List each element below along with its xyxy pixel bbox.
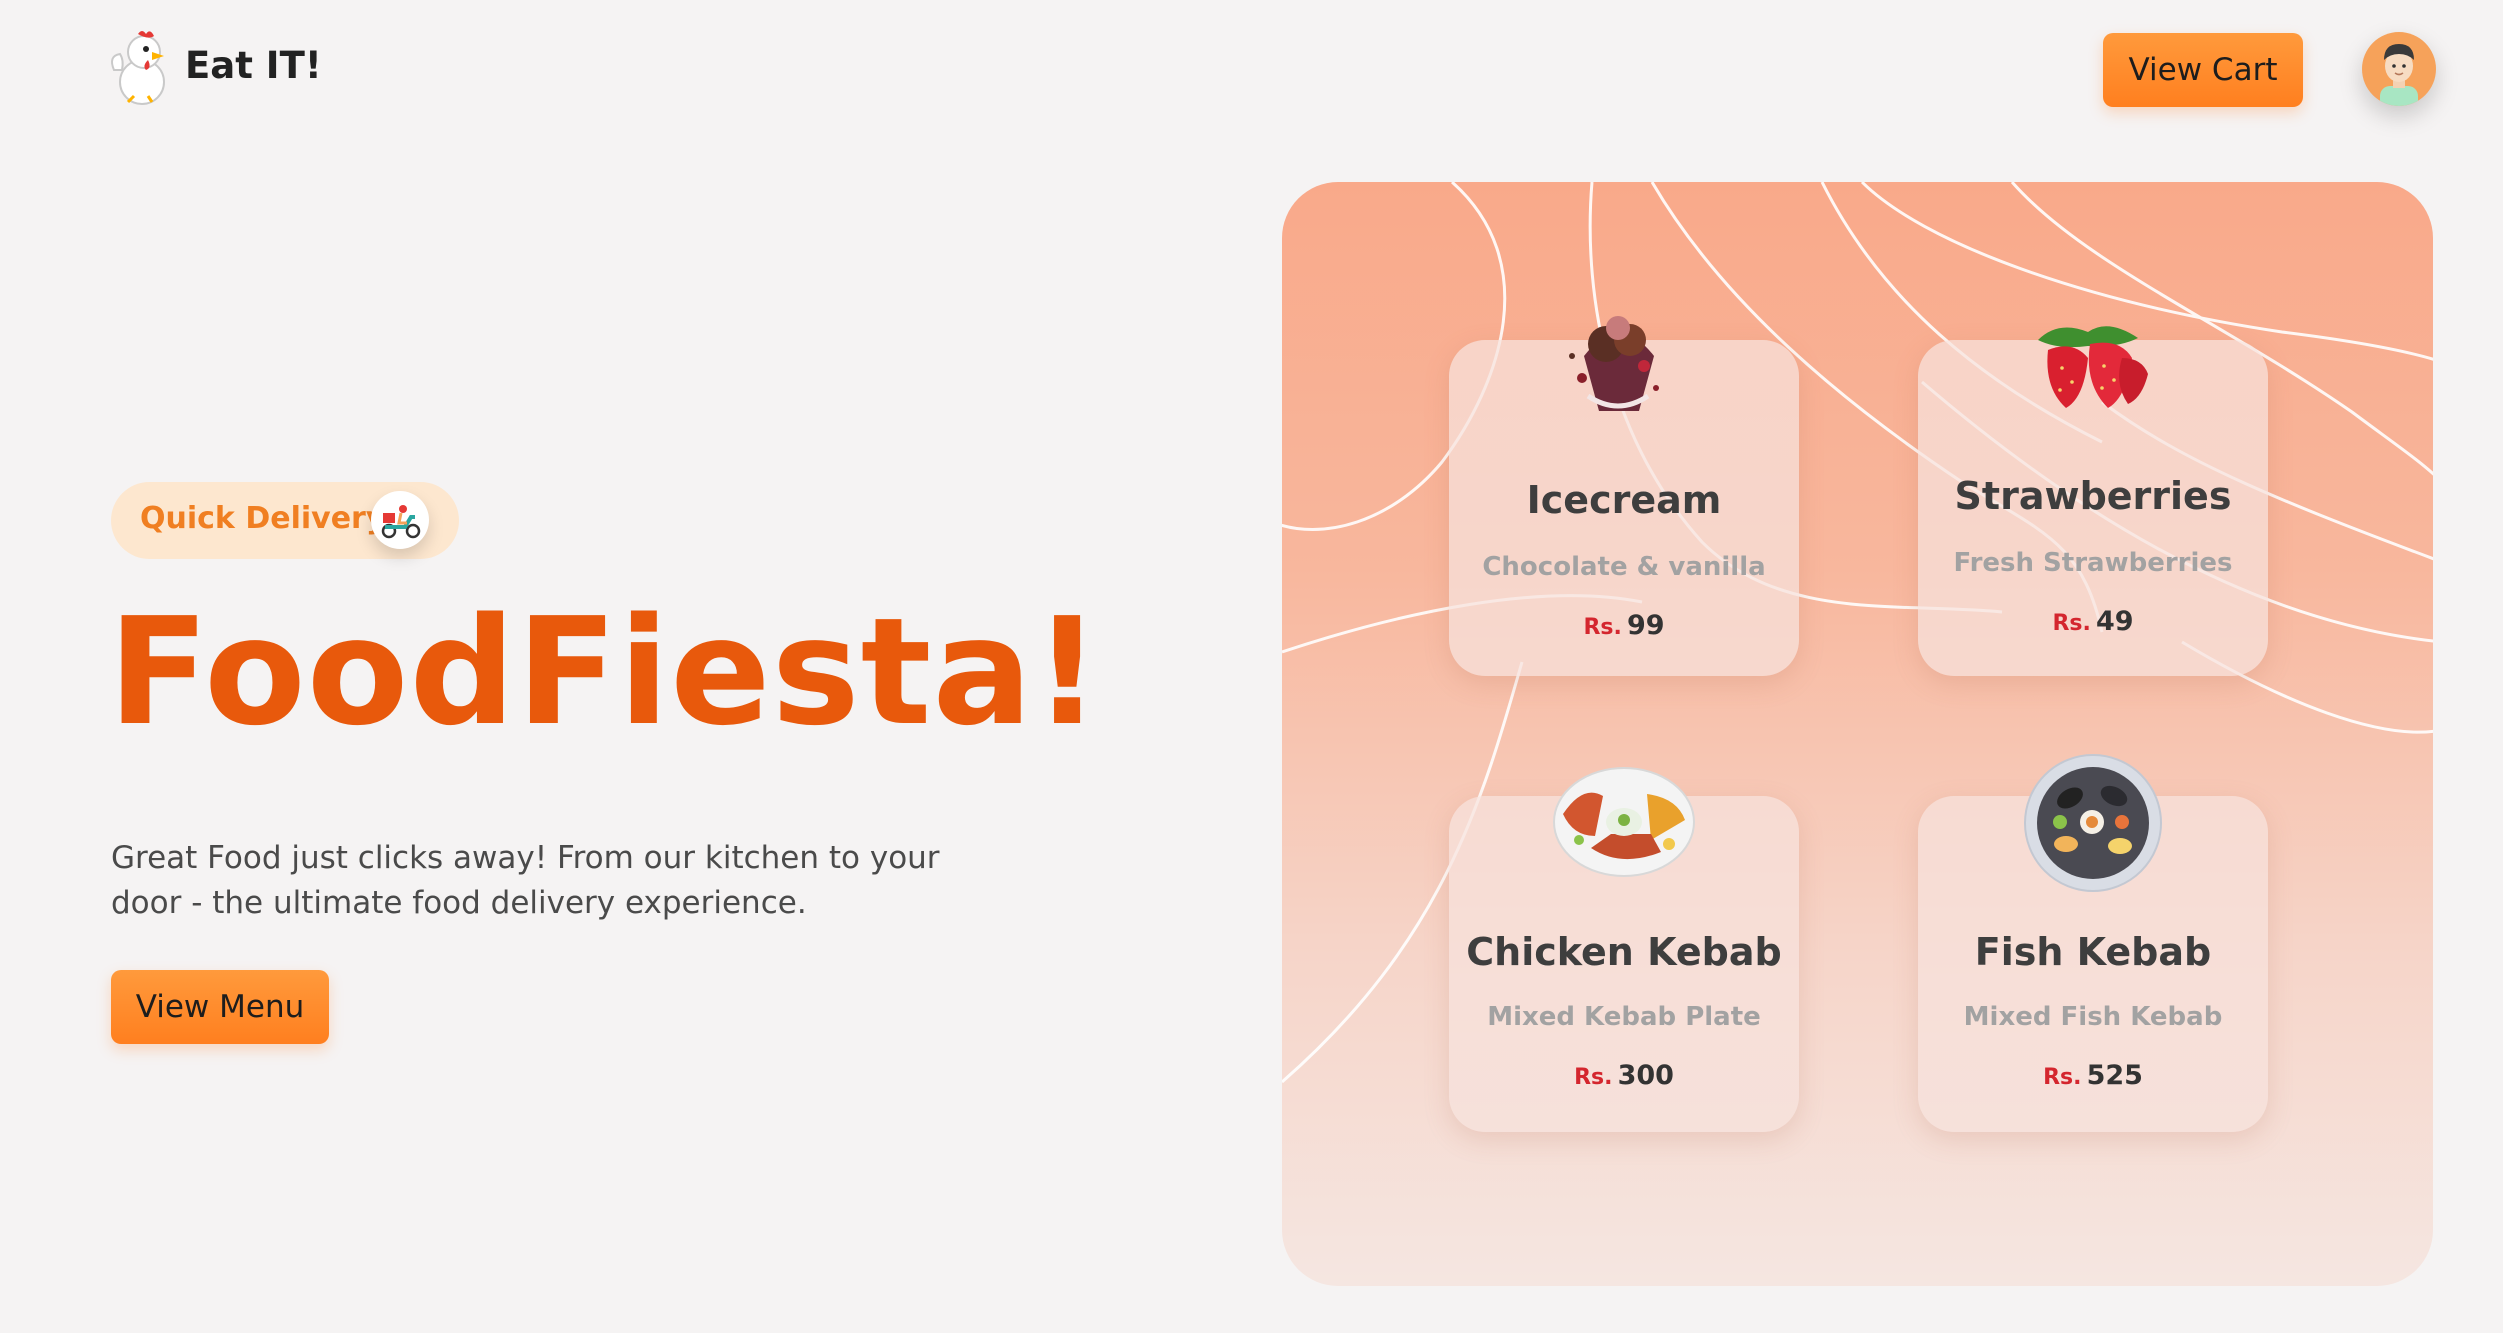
card-description: Chocolate & vanilla — [1482, 552, 1766, 582]
price-currency: Rs. — [2043, 1065, 2082, 1090]
hero-description: Great Food just clicks away! From our ki… — [111, 840, 940, 921]
decorative-lines — [1282, 182, 2433, 1084]
card-title: Fish Kebab — [1974, 930, 2212, 974]
card-price: Rs. 49 — [1918, 606, 2268, 637]
card-price: Rs. 300 — [1449, 1060, 1799, 1091]
price-value: 525 — [2086, 1060, 2143, 1091]
food-card-icecream[interactable]: Icecream Chocolate & vanilla Rs. 99 — [1449, 316, 1799, 676]
scooter-icon — [371, 491, 429, 549]
price-currency: Rs. — [2052, 611, 2091, 636]
quick-delivery-label: Quick Delivery — [140, 501, 386, 536]
strawberries-icon — [2018, 310, 2168, 434]
card-description: Mixed Fish Kebab — [1963, 1002, 2223, 1032]
icecream-icon — [1544, 296, 1694, 450]
price-value: 99 — [1626, 610, 1665, 641]
food-card-chicken-kebab[interactable]: Chicken Kebab Mixed Kebab Plate Rs. 300 — [1449, 767, 1799, 1132]
price-value: 49 — [2095, 606, 2134, 637]
food-showcase-panel: Icecream Chocolate & vanilla Rs. 99 Stra… — [1282, 182, 2433, 1286]
card-title: Strawberries — [1954, 474, 2232, 518]
card-title: Icecream — [1526, 478, 1722, 522]
card-price: Rs. 99 — [1449, 610, 1799, 641]
chicken-kebab-icon — [1551, 764, 1697, 884]
card-title: Chicken Kebab — [1466, 930, 1782, 974]
price-currency: Rs. — [1574, 1065, 1613, 1090]
chicken-logo-icon[interactable] — [108, 30, 172, 106]
card-description: Fresh Strawberries — [1953, 548, 2233, 578]
user-avatar-icon[interactable] — [2362, 32, 2436, 106]
card-description: Mixed Kebab Plate — [1487, 1002, 1761, 1032]
brand-name[interactable]: Eat IT! — [185, 44, 322, 87]
price-currency: Rs. — [1583, 615, 1622, 640]
hero-title: FoodFiesta! — [108, 586, 1102, 758]
view-cart-button[interactable]: View Cart — [2103, 33, 2303, 107]
price-value: 300 — [1617, 1060, 1674, 1091]
food-card-strawberries[interactable]: Strawberries Fresh Strawberries Rs. 49 — [1918, 326, 2268, 676]
view-menu-button[interactable]: View Menu — [111, 970, 329, 1044]
food-card-fish-kebab[interactable]: Fish Kebab Mixed Fish Kebab Rs. 525 — [1918, 754, 2268, 1132]
fish-kebab-icon — [2022, 752, 2164, 898]
card-price: Rs. 525 — [1918, 1060, 2268, 1091]
